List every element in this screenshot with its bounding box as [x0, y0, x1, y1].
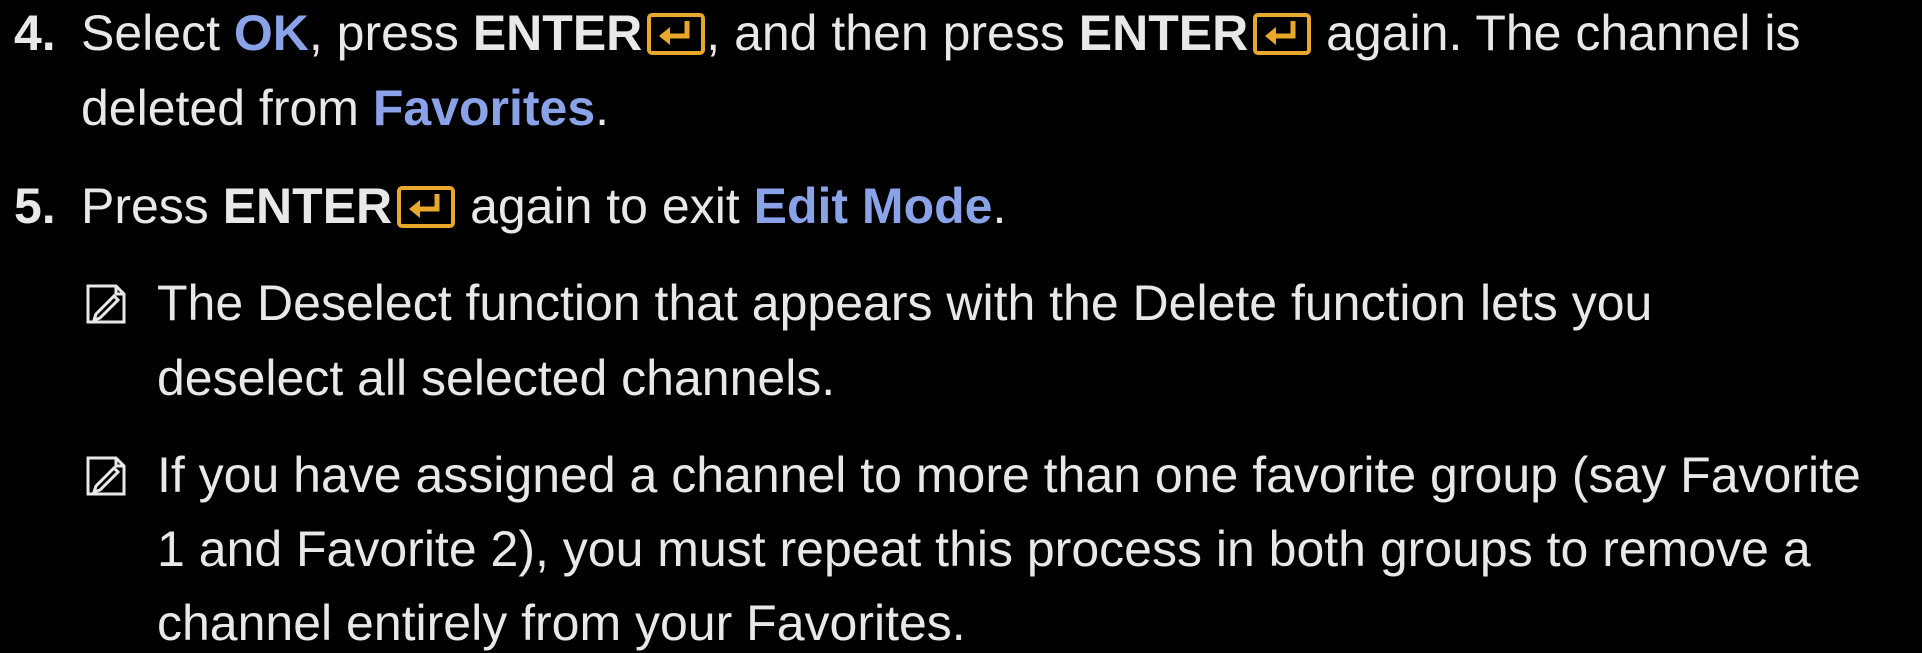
note-text-line: deselect all selected channels.	[157, 350, 836, 406]
enter-icon	[396, 185, 456, 229]
enter-key-label: ENTER	[1078, 5, 1249, 61]
favorites-label: Favorites	[372, 80, 596, 136]
text-segment: .	[595, 80, 610, 136]
step-text-line: Select OK, press ENTER, and then press E…	[81, 4, 1801, 62]
note-text-line: 1 and Favorite 2), you must repeat this …	[157, 521, 1811, 577]
note-text-line: If you have assigned a channel to more t…	[157, 447, 1861, 503]
text-segment: .	[992, 178, 1007, 234]
step-number: 5.	[14, 178, 56, 234]
note-icon	[84, 454, 128, 498]
step-text-line: Press ENTER again to exit Edit Mode.	[81, 177, 1006, 235]
text-segment: again to exit	[456, 178, 754, 234]
note-text-line: channel entirely from your Favorites.	[157, 595, 966, 651]
step-text-line: deleted from Favorites.	[81, 79, 609, 137]
enter-key-label: ENTER	[222, 178, 393, 234]
text-segment: Select	[81, 5, 234, 61]
edit-mode-label: Edit Mode	[753, 178, 993, 234]
text-segment: deleted from	[81, 80, 373, 136]
enter-icon	[646, 12, 706, 56]
enter-key-label: ENTER	[472, 5, 643, 61]
text-segment: again. The channel is	[1312, 5, 1801, 61]
text-segment: , press	[308, 5, 473, 61]
text-segment: , and then press	[706, 5, 1079, 61]
step-number: 4.	[14, 5, 56, 61]
enter-icon	[1252, 12, 1312, 56]
text-segment: Press	[81, 178, 223, 234]
ok-label: OK	[233, 5, 309, 61]
note-text-line: The Deselect function that appears with …	[157, 275, 1653, 331]
note-icon	[84, 282, 128, 326]
